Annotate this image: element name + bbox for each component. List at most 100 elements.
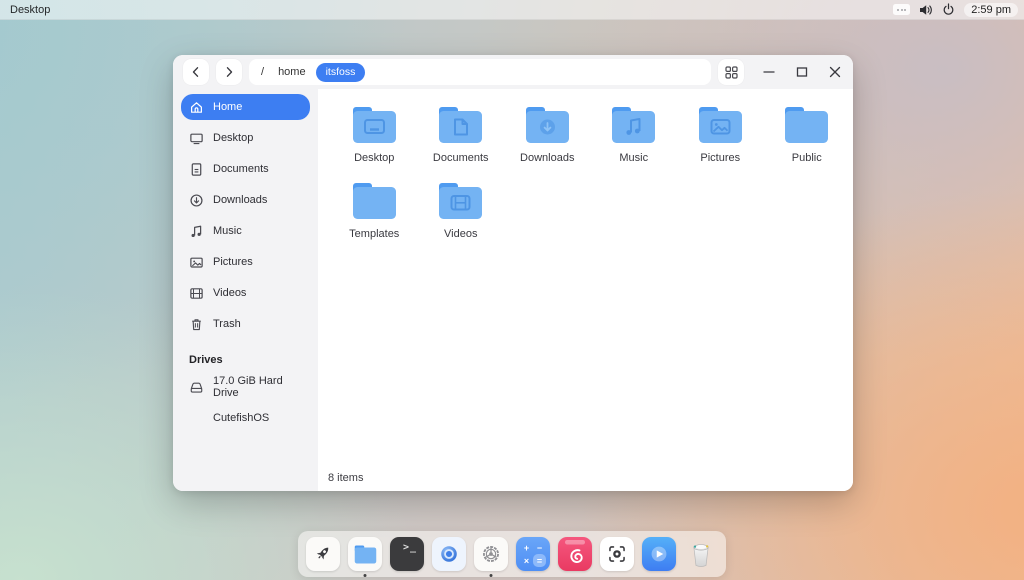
folder-icon bbox=[352, 182, 397, 220]
folder-label: Downloads bbox=[520, 152, 574, 164]
folder-icon bbox=[611, 106, 656, 144]
maximize-button[interactable] bbox=[794, 64, 810, 80]
folder-icon bbox=[438, 106, 483, 144]
running-indicator bbox=[490, 574, 493, 577]
settings-gear-icon bbox=[479, 542, 503, 566]
download-icon bbox=[189, 193, 204, 208]
hard-drive-icon bbox=[189, 380, 204, 395]
dock-file-manager[interactable] bbox=[348, 537, 382, 571]
volume-icon[interactable] bbox=[919, 4, 933, 16]
play-icon bbox=[647, 542, 671, 566]
folder-label: Music bbox=[619, 152, 648, 164]
home-icon bbox=[189, 100, 204, 115]
sidebar-item-trash[interactable]: Trash bbox=[181, 311, 310, 337]
screenshot-shutter-icon bbox=[605, 542, 629, 566]
sidebar-item-music[interactable]: Music bbox=[181, 218, 310, 244]
folder-icon bbox=[525, 106, 570, 144]
folder-label: Videos bbox=[444, 228, 477, 240]
sidebar-item-home[interactable]: Home bbox=[181, 94, 310, 120]
sidebar-item-label: Home bbox=[213, 101, 242, 113]
sidebar-item-label: 17.0 GiB Hard Drive bbox=[213, 375, 302, 399]
folder-icon bbox=[784, 106, 829, 144]
breadcrumb-root[interactable]: / bbox=[257, 66, 268, 78]
sidebar-item-downloads[interactable]: Downloads bbox=[181, 187, 310, 213]
dock-video-player[interactable] bbox=[642, 537, 676, 571]
folder-videos[interactable]: Videos bbox=[418, 177, 505, 240]
grid-view-button[interactable] bbox=[718, 59, 744, 85]
folder-label: Templates bbox=[349, 228, 399, 240]
dock-launcher[interactable] bbox=[306, 537, 340, 571]
top-panel: Desktop 2:59 pm bbox=[0, 0, 1024, 20]
sidebar-item-label: Videos bbox=[213, 287, 246, 299]
sidebar-item-label: Trash bbox=[213, 318, 241, 330]
toolbar: / home itsfoss bbox=[173, 55, 853, 89]
sidebar-item-label: Downloads bbox=[213, 194, 267, 206]
trash-bin-icon bbox=[686, 538, 716, 570]
rocket-icon bbox=[312, 543, 334, 565]
folder-icon bbox=[354, 545, 377, 564]
sidebar-item-pictures[interactable]: Pictures bbox=[181, 249, 310, 275]
sidebar: Home Desktop Documents Downloads Music P bbox=[173, 89, 318, 491]
folder-downloads[interactable]: Downloads bbox=[504, 101, 591, 164]
folders-grid: Desktop Documents bbox=[318, 89, 853, 469]
folder-label: Public bbox=[792, 152, 822, 164]
breadcrumb[interactable]: / home itsfoss bbox=[249, 59, 711, 85]
sidebar-item-label: Desktop bbox=[213, 132, 253, 144]
trash-icon bbox=[189, 317, 204, 332]
sidebar-item-label: CutefishOS bbox=[213, 412, 269, 424]
folder-label: Documents bbox=[433, 152, 489, 164]
music-icon bbox=[189, 224, 204, 239]
sidebar-item-label: Documents bbox=[213, 163, 269, 175]
power-icon[interactable] bbox=[942, 3, 955, 16]
forward-button[interactable] bbox=[216, 59, 242, 85]
document-icon bbox=[189, 162, 204, 177]
sidebar-item-cutefishos[interactable]: CutefishOS bbox=[181, 405, 310, 431]
folder-icon bbox=[698, 106, 743, 144]
folder-pictures[interactable]: Pictures bbox=[677, 101, 764, 164]
sidebar-item-desktop[interactable]: Desktop bbox=[181, 125, 310, 151]
dock-browser[interactable] bbox=[432, 537, 466, 571]
folder-templates[interactable]: Templates bbox=[331, 177, 418, 240]
close-button[interactable] bbox=[827, 64, 843, 80]
back-button[interactable] bbox=[183, 59, 209, 85]
terminal-prompt-icon: >_ bbox=[403, 542, 417, 553]
folder-icon bbox=[438, 182, 483, 220]
breadcrumb-segment-home[interactable]: home bbox=[272, 66, 312, 78]
dock-trash[interactable] bbox=[684, 537, 718, 571]
clock[interactable]: 2:59 pm bbox=[964, 3, 1018, 17]
folder-public[interactable]: Public bbox=[764, 101, 851, 164]
folder-icon bbox=[352, 106, 397, 144]
keyboard-layout-icon[interactable] bbox=[893, 4, 910, 15]
folder-music[interactable]: Music bbox=[591, 101, 678, 164]
breadcrumb-segment-current[interactable]: itsfoss bbox=[316, 63, 366, 82]
folder-desktop[interactable]: Desktop bbox=[331, 101, 418, 164]
dock-debian[interactable] bbox=[558, 537, 592, 571]
drives-section-header: Drives bbox=[181, 342, 310, 374]
calculator-icon: + − × = bbox=[520, 541, 546, 567]
active-app-title: Desktop bbox=[10, 4, 50, 16]
sidebar-item-hard-drive[interactable]: 17.0 GiB Hard Drive bbox=[181, 374, 310, 400]
folder-label: Pictures bbox=[700, 152, 740, 164]
dock-calculator[interactable]: + − × = bbox=[516, 537, 550, 571]
sidebar-item-label: Pictures bbox=[213, 256, 253, 268]
dock-settings[interactable] bbox=[474, 537, 508, 571]
film-icon bbox=[189, 286, 204, 301]
chromium-icon bbox=[437, 542, 461, 566]
dock-terminal[interactable]: >_ bbox=[390, 537, 424, 571]
dock-screenshot[interactable] bbox=[600, 537, 634, 571]
items-count: 8 items bbox=[328, 472, 363, 484]
folder-view: Desktop Documents bbox=[318, 89, 853, 491]
file-manager-window: / home itsfoss Home bbox=[173, 55, 853, 491]
sidebar-item-videos[interactable]: Videos bbox=[181, 280, 310, 306]
folder-label: Desktop bbox=[354, 152, 394, 164]
pictures-icon bbox=[189, 255, 204, 270]
debian-swirl-icon bbox=[558, 537, 592, 571]
minimize-button[interactable] bbox=[761, 64, 777, 80]
sidebar-item-label: Music bbox=[213, 225, 242, 237]
dock: >_ bbox=[298, 531, 726, 577]
status-bar: 8 items bbox=[318, 469, 853, 491]
monitor-icon bbox=[189, 131, 204, 146]
running-indicator bbox=[364, 574, 367, 577]
sidebar-item-documents[interactable]: Documents bbox=[181, 156, 310, 182]
folder-documents[interactable]: Documents bbox=[418, 101, 505, 164]
